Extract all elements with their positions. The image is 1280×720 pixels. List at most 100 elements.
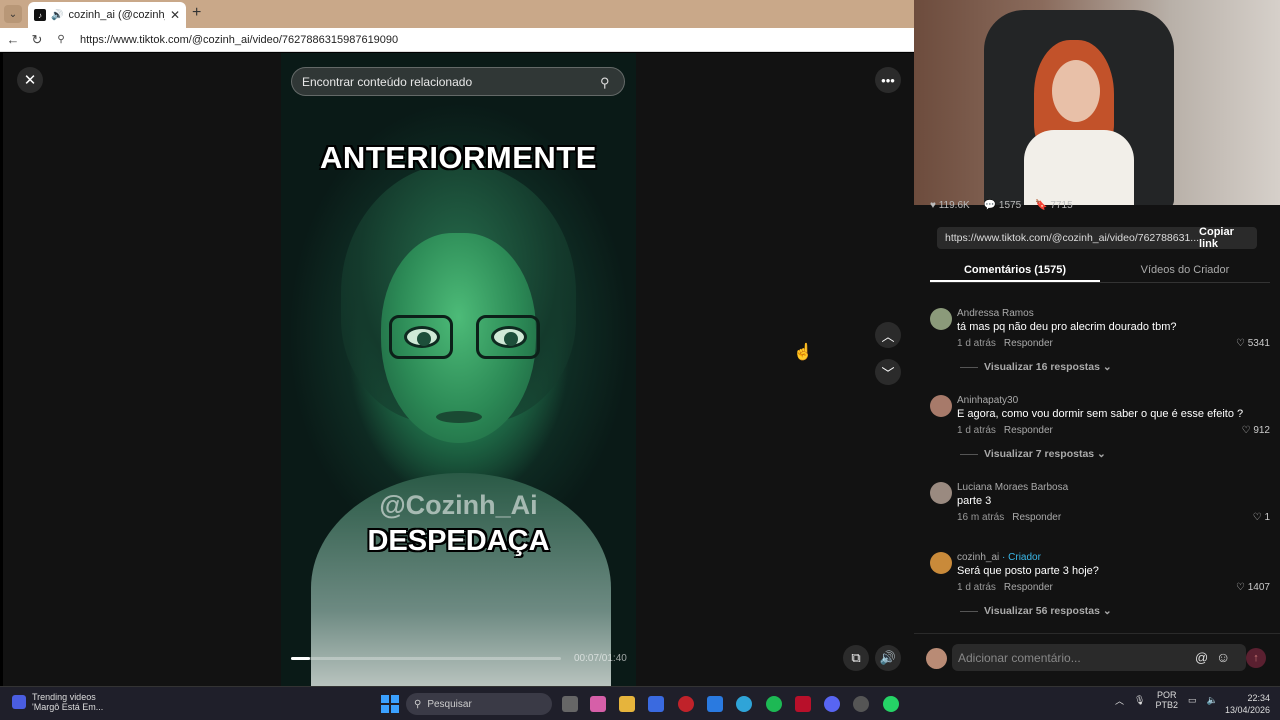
taskbar-search-input[interactable]: ⚲ Pesquisar — [406, 693, 552, 715]
comment-time: 1 d atrás — [957, 338, 996, 349]
comment-meta: 1 d atrás Responder — [957, 582, 1053, 593]
widget-title: Trending videos — [32, 692, 96, 702]
address-bar: ← ↻ ⚲ https://www.tiktok.com/@cozinh_ai/… — [0, 28, 914, 52]
whatsapp-icon[interactable] — [883, 696, 899, 712]
comment-like-button[interactable]: ♡ 912 — [1242, 425, 1270, 436]
task-view-icon[interactable] — [562, 696, 578, 712]
comment-meta: 1 d atrás Responder — [957, 425, 1053, 436]
avatar[interactable] — [930, 482, 952, 504]
comment-count[interactable]: 💬 1575 — [984, 200, 1021, 211]
related-search-input[interactable]: Encontrar conteúdo relacionado ⚲ — [291, 67, 625, 96]
comment-like-button[interactable]: ♡ 5341 — [1236, 338, 1270, 349]
comment-author[interactable]: cozinh_ai · Criador — [957, 552, 1041, 563]
comment-author[interactable]: Aninhapaty30 — [957, 395, 1018, 406]
video-glasses-left — [389, 315, 453, 359]
video-mouth-shape — [436, 411, 482, 423]
clock-date: 13/04/2026 — [1224, 705, 1270, 715]
view-replies-label: Visualizar 56 respostas — [984, 605, 1100, 617]
tiktok-favicon-icon: ♪ — [34, 9, 46, 21]
browser-tab[interactable]: ♪ 🔊 cozinh_ai (@cozinh_ai) | TikTo ✕ — [28, 2, 186, 28]
file-explorer-icon[interactable] — [619, 696, 635, 712]
view-replies-button[interactable]: Visualizar 16 respostas ⌄ — [960, 361, 1112, 373]
related-search-placeholder: Encontrar conteúdo relacionado — [302, 74, 473, 89]
close-tab-icon[interactable]: ✕ — [170, 8, 180, 22]
edge-icon[interactable] — [736, 696, 752, 712]
view-replies-label: Visualizar 16 respostas — [984, 361, 1100, 373]
video-progress-track[interactable] — [291, 657, 561, 660]
favorite-count-value: 7715 — [1050, 199, 1073, 211]
mail-icon[interactable] — [707, 696, 723, 712]
display-icon[interactable]: ▭ — [1188, 695, 1197, 706]
microphone-icon[interactable]: 🎙 — [1134, 695, 1145, 706]
start-button[interactable] — [381, 695, 399, 713]
comment-author-name: Aninhapaty30 — [957, 395, 1019, 406]
video-widget-icon — [12, 695, 26, 709]
emoji-icon[interactable]: ☺ — [1216, 649, 1230, 665]
send-comment-button[interactable]: ↑ — [1246, 648, 1266, 668]
comment-meta: 16 m atrás Responder — [957, 512, 1061, 523]
avatar[interactable] — [930, 552, 952, 574]
reply-button[interactable]: Responder — [1004, 582, 1053, 593]
speaker-icon: 🔊 — [51, 9, 64, 21]
app-red-icon[interactable] — [678, 696, 694, 712]
copilot-icon[interactable] — [590, 696, 606, 712]
comment-item: Andressa Ramos tá mas pq não deu pro ale… — [930, 308, 1270, 378]
obs-icon[interactable] — [853, 696, 869, 712]
favorite-count[interactable]: 🔖 7715 — [1035, 200, 1072, 211]
search-icon[interactable]: ⚲ — [600, 75, 614, 90]
comment-like-button[interactable]: ♡ 1407 — [1236, 582, 1270, 593]
video-caption-bottom: DESPEDAÇA — [367, 525, 550, 557]
comment-author[interactable]: Luciana Moraes Barbosa — [957, 482, 1068, 493]
reply-button[interactable]: Responder — [1004, 338, 1053, 349]
reload-icon[interactable]: ↻ — [30, 32, 44, 48]
comment-author-name: Andressa Ramos — [957, 308, 1034, 319]
avatar[interactable] — [930, 308, 952, 330]
tab-creator-videos[interactable]: Vídeos do Criador — [1100, 260, 1270, 282]
like-count[interactable]: ♥ 119.6K — [930, 200, 970, 211]
spotify-icon[interactable] — [766, 696, 782, 712]
widgets-button[interactable]: Trending videos 'Margô Está Em... — [12, 692, 103, 712]
close-icon[interactable]: ✕ — [17, 67, 43, 93]
view-replies-label: Visualizar 7 respostas — [984, 448, 1095, 460]
comment-like-button[interactable]: ♡ 1 — [1253, 512, 1270, 523]
site-info-icon[interactable]: ⚲ — [54, 34, 68, 45]
language-indicator[interactable]: POR PTB2 — [1155, 690, 1178, 710]
comment-time: 16 m atrás — [957, 512, 1005, 523]
reply-button[interactable]: Responder — [1004, 425, 1053, 436]
taskbar-clock[interactable]: 22:34 13/04/2026 — [1222, 692, 1270, 716]
comment-like-count: 1 — [1264, 512, 1270, 523]
view-replies-button[interactable]: Visualizar 56 respostas ⌄ — [960, 605, 1112, 617]
comment-time: 1 d atrás — [957, 582, 996, 593]
netflix-icon[interactable] — [795, 696, 811, 712]
new-tab-button[interactable]: + — [192, 4, 201, 22]
copy-link-button[interactable]: Copiar link — [1199, 226, 1249, 250]
video-glasses-right — [476, 315, 540, 359]
chevron-down-icon: ⌄ — [1102, 361, 1112, 373]
keyboard-layout: PTB2 — [1155, 700, 1178, 710]
comment-text: tá mas pq não deu pro alecrim dourado tb… — [957, 321, 1177, 333]
view-replies-button[interactable]: Visualizar 7 respostas ⌄ — [960, 448, 1106, 460]
video-caption-top: ANTERIORMENTE — [320, 140, 597, 175]
mention-icon[interactable]: @ — [1195, 650, 1208, 665]
creator-tag: · Criador — [999, 552, 1041, 563]
reply-button[interactable]: Responder — [1012, 512, 1061, 523]
comment-author-name: Luciana Moraes Barbosa — [957, 482, 1069, 493]
clock-time: 22:34 — [1247, 693, 1270, 703]
windows-taskbar — [0, 686, 1280, 720]
avatar[interactable] — [930, 395, 952, 417]
store-icon[interactable] — [648, 696, 664, 712]
comment-author[interactable]: Andressa Ramos — [957, 308, 1034, 319]
volume-icon[interactable]: 🔊 — [875, 645, 901, 671]
discord-icon[interactable] — [824, 696, 840, 712]
next-video-icon[interactable]: ﹀ — [875, 359, 901, 385]
tab-comments[interactable]: Comentários (1575) — [930, 260, 1100, 282]
back-icon[interactable]: ← — [6, 32, 20, 47]
more-options-icon[interactable]: ••• — [875, 67, 901, 93]
picture-in-picture-icon[interactable]: ⧉ — [843, 645, 869, 671]
tab-menu-button[interactable]: ⌄ — [4, 5, 22, 23]
url-text[interactable]: https://www.tiktok.com/@cozinh_ai/video/… — [80, 34, 398, 46]
previous-video-icon[interactable]: ︿ — [875, 322, 901, 348]
video-timecode: 00:07/01:40 — [574, 653, 627, 664]
chevron-up-icon[interactable]: ︿ — [1115, 694, 1124, 707]
volume-icon[interactable]: 🔈 — [1206, 695, 1217, 706]
